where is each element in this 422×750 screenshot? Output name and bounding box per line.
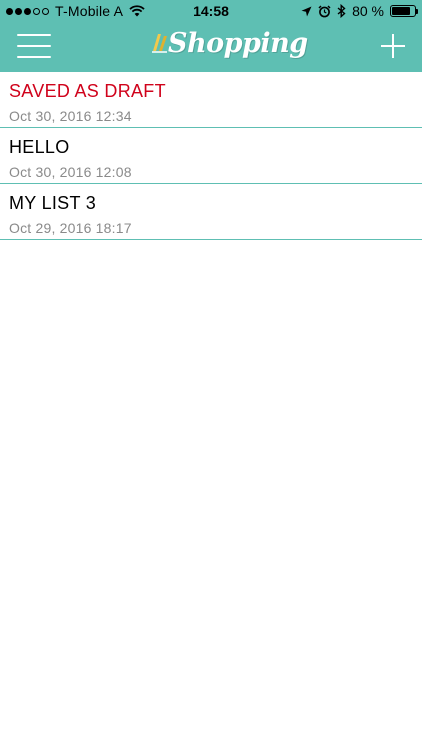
signal-dot (42, 7, 49, 15)
list-item[interactable]: HELLO Oct 30, 2016 12:08 (0, 128, 422, 184)
signal-strength-indicator (6, 7, 49, 15)
hamburger-icon (17, 34, 51, 36)
status-bar: T-Mobile A 14:58 80 % (0, 0, 422, 24)
list-item-date: Oct 29, 2016 18:17 (9, 220, 132, 236)
battery-fill (392, 7, 410, 15)
list-item[interactable]: MY LIST 3 Oct 29, 2016 18:17 (0, 184, 422, 240)
logo-text: Shopping (168, 28, 308, 59)
wifi-icon (129, 5, 145, 17)
list-item-date: Oct 30, 2016 12:34 (9, 108, 132, 124)
bluetooth-icon (337, 4, 346, 18)
signal-dot (24, 7, 31, 15)
list-item-title: MY LIST 3 (9, 193, 97, 213)
list-item-date: Oct 30, 2016 12:08 (9, 164, 132, 180)
signal-dot (15, 7, 22, 15)
list-item[interactable]: SAVED AS DRAFT Oct 30, 2016 12:34 (0, 72, 422, 128)
signal-dot (6, 7, 13, 15)
hamburger-icon-line (17, 45, 51, 47)
add-list-button[interactable] (381, 34, 405, 58)
app-header: T-Mobile A 14:58 80 % Shopping (0, 0, 422, 72)
status-left: T-Mobile A (6, 3, 145, 19)
shopping-logo-mark-icon (152, 34, 167, 53)
signal-dot (33, 7, 40, 15)
battery-icon (390, 5, 418, 17)
status-right: 80 % (301, 3, 418, 19)
carrier-name: T-Mobile A (55, 3, 124, 19)
navigation-bar: Shopping (0, 24, 422, 72)
list-item-title: SAVED AS DRAFT (9, 81, 166, 101)
battery-percentage: 80 % (352, 3, 384, 19)
hamburger-icon-line (17, 56, 51, 58)
shopping-lists: SAVED AS DRAFT Oct 30, 2016 12:34 HELLO Oct… (0, 72, 422, 240)
location-arrow-icon (301, 6, 312, 16)
hamburger-menu-button[interactable] (17, 33, 51, 59)
list-item-title: HELLO (9, 137, 70, 157)
alarm-clock-icon (318, 4, 331, 17)
app-logo: Shopping (148, 24, 308, 70)
